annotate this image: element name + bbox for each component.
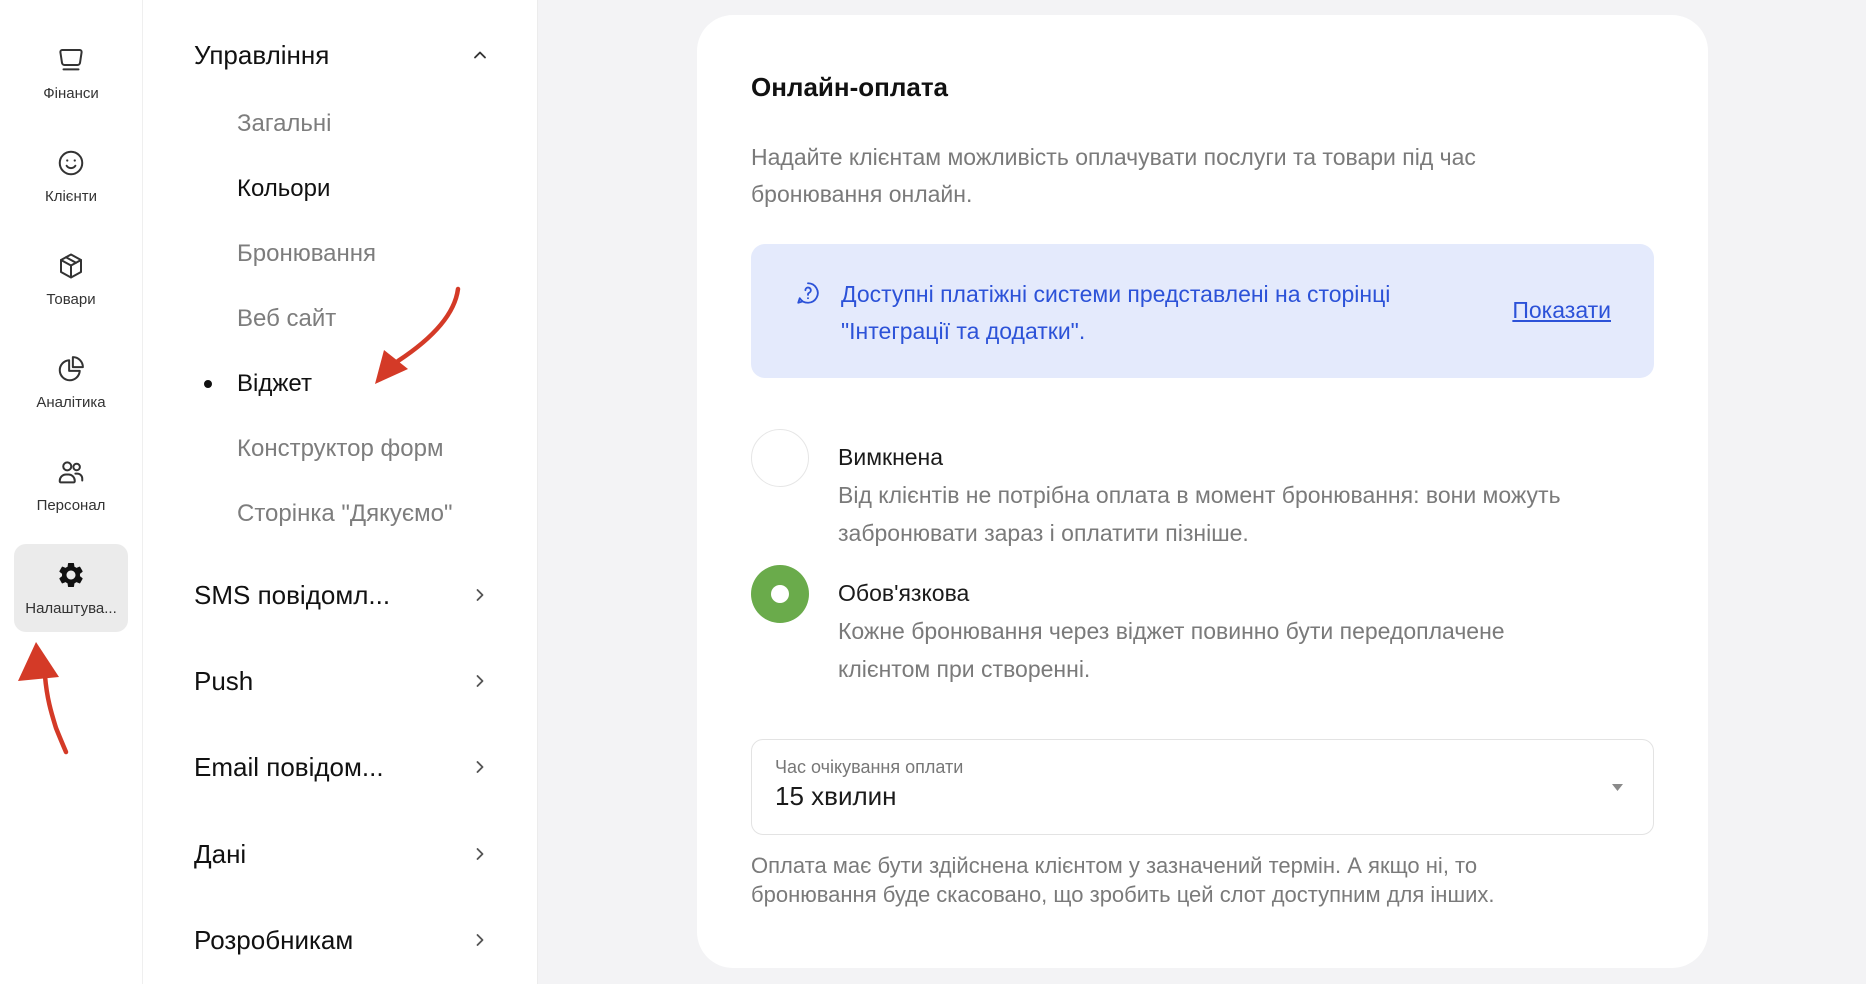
menu-item-label: Бронювання (237, 240, 377, 267)
info-text-line: "Інтеграції та додатки". (841, 318, 1086, 344)
timeout-hint: Оплата має бути здійснена клієнтом у заз… (751, 851, 1495, 909)
selected-bullet (204, 380, 212, 388)
rail-item-finance[interactable]: Фінанси (14, 29, 128, 117)
select-label: Час очікування оплати (775, 757, 964, 777)
rail-item-staff[interactable]: Персонал (14, 441, 128, 529)
menu-item-label: Кольори (237, 175, 331, 202)
option-label: Обов'язкова (838, 580, 970, 606)
chevron-right-icon (470, 671, 490, 691)
menu-section-push[interactable]: Push (143, 651, 538, 711)
rail-item-label: Клієнти (44, 188, 97, 205)
menu-item-colors[interactable]: Кольори (143, 164, 538, 214)
menu-section-management[interactable]: Управління (143, 25, 538, 85)
chevron-right-icon (470, 844, 490, 864)
rail-item-analytics[interactable]: Аналітика (14, 338, 128, 426)
menu-section-label: Управління (194, 39, 330, 70)
rail-item-label: Товари (46, 291, 96, 308)
rail-item-label: Фінанси (43, 85, 99, 102)
menu-section-developers[interactable]: Розробникам (143, 910, 538, 970)
menu-item-thank-you-page[interactable]: Сторінка "Дякуємо" (143, 489, 538, 539)
dropdown-caret-icon (1612, 784, 1623, 791)
menu-item-website[interactable]: Веб сайт (143, 294, 538, 344)
menu-item-label: Віджет (237, 370, 312, 397)
menu-item-label: Конструктор форм (237, 435, 444, 462)
menu-section-label: Дані (194, 838, 247, 869)
option-text: Обов'язкова Кожне бронювання через відже… (838, 575, 1505, 688)
chevron-right-icon (470, 757, 490, 777)
menu-item-booking[interactable]: Бронювання (143, 229, 538, 279)
card-description: Надайте клієнтам можливість оплачувати п… (751, 139, 1476, 213)
rail-item-label: Аналітика (36, 394, 106, 411)
chevron-right-icon (470, 930, 490, 950)
menu-section-label: Email повідом... (194, 751, 384, 782)
menu-item-general[interactable]: Загальні (143, 99, 538, 149)
menu-section-email[interactable]: Email повідом... (143, 737, 538, 797)
users-icon (56, 457, 86, 487)
menu-section-data[interactable]: Дані (143, 824, 538, 884)
card-description-line: Надайте клієнтам можливість оплачувати п… (751, 144, 1476, 170)
timeout-hint-line: Оплата має бути здійснена клієнтом у заз… (751, 853, 1478, 878)
payment-timeout-select[interactable]: Час очікування оплати 15 хвилин (751, 739, 1654, 835)
radio-button-selected[interactable] (751, 565, 809, 623)
option-description-line: забронювати зараз і оплатити пізніше. (838, 520, 1249, 546)
info-banner: Доступні платіжні системи представлені н… (751, 244, 1654, 378)
option-description-line: Кожне бронювання через віджет повинно бу… (838, 618, 1505, 644)
menu-item-widget[interactable]: Віджет (143, 359, 538, 409)
online-payment-card: Онлайн-оплата Надайте клієнтам можливіст… (697, 15, 1708, 968)
smile-icon (56, 148, 86, 178)
box-icon (56, 251, 86, 281)
select-value: 15 хвилин (775, 781, 897, 811)
option-text: Вимкнена Від клієнтів не потрібна оплата… (838, 439, 1561, 552)
radio-button[interactable] (751, 429, 809, 487)
option-label: Вимкнена (838, 444, 944, 470)
payment-option-disabled[interactable]: Вимкнена Від клієнтів не потрібна оплата… (751, 429, 1654, 559)
menu-section-label: SMS повідомл... (194, 579, 391, 610)
timeout-hint-line: бронювання буде скасовано, що зробить це… (751, 882, 1495, 907)
card-title: Онлайн-оплата (751, 72, 949, 102)
rail-item-settings[interactable]: Налаштува... (14, 544, 128, 632)
menu-section-sms[interactable]: SMS повідомл... (143, 565, 538, 625)
payment-option-required[interactable]: Обов'язкова Кожне бронювання через відже… (751, 565, 1654, 695)
rail-item-label: Налаштува... (25, 600, 117, 617)
option-description-line: Від клієнтів не потрібна оплата в момент… (838, 482, 1561, 508)
settings-submenu: Управління Загальні Кольори Бронювання В… (143, 0, 538, 984)
menu-section-label: Push (194, 665, 254, 696)
card-description-line: бронювання онлайн. (751, 181, 973, 207)
menu-item-label: Загальні (237, 110, 332, 137)
finance-icon (56, 45, 86, 75)
rail-item-clients[interactable]: Клієнти (14, 132, 128, 220)
menu-item-label: Сторінка "Дякуємо" (237, 500, 453, 527)
menu-item-label: Веб сайт (237, 305, 337, 332)
chevron-right-icon (470, 585, 490, 605)
option-description-line: клієнтом при створенні. (838, 656, 1091, 682)
rail-item-label: Персонал (36, 497, 106, 514)
chevron-up-icon (470, 45, 490, 65)
info-text: Доступні платіжні системи представлені н… (841, 276, 1390, 350)
menu-item-form-builder[interactable]: Конструктор форм (143, 424, 538, 474)
menu-section-label: Розробникам (194, 924, 354, 955)
show-integrations-link[interactable]: Показати (1512, 292, 1611, 329)
info-text-line: Доступні платіжні системи представлені н… (841, 281, 1391, 307)
icon-rail: Фінанси Клієнти Товари Аналітика Персона… (0, 0, 143, 984)
gear-icon (56, 560, 86, 590)
question-icon (795, 280, 821, 306)
rail-item-goods[interactable]: Товари (14, 235, 128, 323)
pie-chart-icon (56, 354, 86, 384)
